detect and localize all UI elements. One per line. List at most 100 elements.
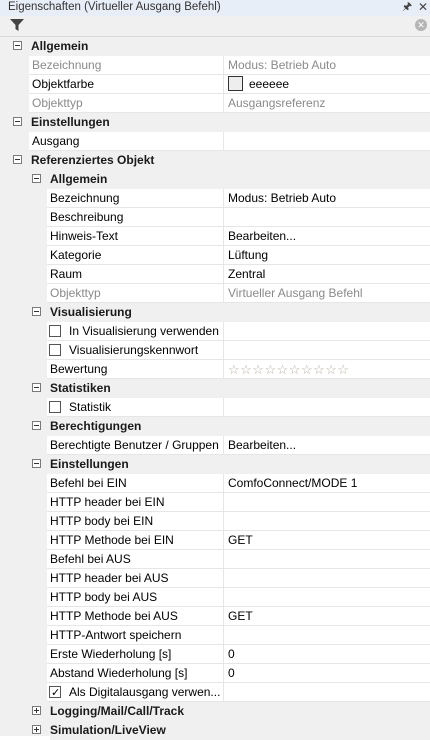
prop-row-raum[interactable]: Raum Zentral xyxy=(0,265,430,284)
prop-value[interactable]: 0 xyxy=(223,664,430,683)
prop-row-ausgang[interactable]: Ausgang xyxy=(0,132,430,151)
prop-value[interactable] xyxy=(223,569,430,588)
prop-row-http-header-aus[interactable]: HTTP header bei AUS xyxy=(0,569,430,588)
collapse-icon[interactable] xyxy=(13,41,22,50)
prop-label: Befehl bei AUS xyxy=(47,550,223,569)
category-label: Simulation/LiveView xyxy=(50,721,430,740)
expand-icon[interactable] xyxy=(32,706,41,715)
prop-label: HTTP Methode bei AUS xyxy=(47,607,223,626)
prop-row-ref-bezeichnung[interactable]: Bezeichnung Modus: Betrieb Auto xyxy=(0,189,430,208)
filter-icon[interactable] xyxy=(10,19,24,32)
collapse-icon[interactable] xyxy=(13,155,22,164)
prop-value[interactable]: Modus: Betrieb Auto xyxy=(223,189,430,208)
prop-label-cell: ✓ Als Digitalausgang verwen... xyxy=(47,683,223,702)
prop-value xyxy=(223,683,430,702)
collapse-icon[interactable] xyxy=(32,383,41,392)
prop-value: Modus: Betrieb Auto xyxy=(223,56,430,75)
prop-row-visualisierungskennwort[interactable]: Visualisierungskennwort xyxy=(0,341,430,360)
prop-row-erste-wiederholung[interactable]: Erste Wiederholung [s] 0 xyxy=(0,645,430,664)
prop-label: Hinweis-Text xyxy=(47,227,223,246)
color-swatch[interactable] xyxy=(228,76,243,92)
prop-row-objekttyp[interactable]: Objekttyp Ausgangsreferenz xyxy=(0,94,430,113)
prop-value[interactable]: GET xyxy=(223,531,430,550)
prop-label: Kategorie xyxy=(47,246,223,265)
prop-value[interactable]: Bearbeiten... xyxy=(223,227,430,246)
prop-row-http-antwort[interactable]: HTTP-Antwort speichern xyxy=(0,626,430,645)
prop-value[interactable]: GET xyxy=(223,607,430,626)
checkbox-label: Visualisierungskennwort xyxy=(69,343,199,357)
prop-row-befehl-ein[interactable]: Befehl bei EIN ComfoConnect/MODE 1 xyxy=(0,474,430,493)
subcategory-allgemein[interactable]: Allgemein xyxy=(0,170,430,189)
subcategory-logging[interactable]: Logging/Mail/Call/Track xyxy=(0,702,430,721)
prop-row-in-visualisierung[interactable]: In Visualisierung verwenden xyxy=(0,322,430,341)
prop-value[interactable] xyxy=(223,208,430,227)
prop-row-digitalausgang[interactable]: ✓ Als Digitalausgang verwen... xyxy=(0,683,430,702)
prop-row-kategorie[interactable]: Kategorie Lüftung xyxy=(0,246,430,265)
subcategory-statistiken[interactable]: Statistiken xyxy=(0,379,430,398)
prop-value[interactable]: 0 xyxy=(223,645,430,664)
checkbox-visualisierungskennwort[interactable] xyxy=(49,344,61,356)
pin-icon[interactable]: 🖈 xyxy=(402,0,412,14)
category-label: Allgemein xyxy=(31,37,430,56)
prop-value[interactable]: Lüftung xyxy=(223,246,430,265)
close-icon[interactable]: ✕ xyxy=(418,0,428,14)
prop-value[interactable] xyxy=(223,626,430,645)
checkbox-in-visualisierung[interactable] xyxy=(49,325,61,337)
prop-label: Raum xyxy=(47,265,223,284)
prop-row-http-header-ein[interactable]: HTTP header bei EIN xyxy=(0,493,430,512)
prop-row-http-methode-aus[interactable]: HTTP Methode bei AUS GET xyxy=(0,607,430,626)
prop-value[interactable] xyxy=(223,512,430,531)
subcategory-einstellungen[interactable]: Einstellungen xyxy=(0,455,430,474)
prop-value[interactable] xyxy=(223,493,430,512)
prop-value[interactable] xyxy=(223,132,430,151)
prop-value: Ausgangsreferenz xyxy=(223,94,430,113)
star-rating[interactable]: ☆☆☆☆☆☆☆☆☆☆ xyxy=(228,360,350,379)
category-label: Visualisierung xyxy=(50,303,430,322)
prop-label: Bezeichnung xyxy=(29,56,223,75)
prop-row-http-body-aus[interactable]: HTTP body bei AUS xyxy=(0,588,430,607)
prop-row-statistik[interactable]: Statistik xyxy=(0,398,430,417)
expand-icon[interactable] xyxy=(32,725,41,734)
prop-label: Erste Wiederholung [s] xyxy=(47,645,223,664)
collapse-icon[interactable] xyxy=(32,174,41,183)
collapse-icon[interactable] xyxy=(32,307,41,316)
prop-label: Bezeichnung xyxy=(47,189,223,208)
prop-value[interactable]: Zentral xyxy=(223,265,430,284)
prop-row-hinweis-text[interactable]: Hinweis-Text Bearbeiten... xyxy=(0,227,430,246)
prop-value[interactable] xyxy=(223,588,430,607)
category-label: Referenziertes Objekt xyxy=(31,151,430,170)
prop-label: HTTP header bei EIN xyxy=(47,493,223,512)
prop-row-abstand-wiederholung[interactable]: Abstand Wiederholung [s] 0 xyxy=(0,664,430,683)
collapse-icon[interactable] xyxy=(13,117,22,126)
category-label: Berechtigungen xyxy=(50,417,430,436)
prop-row-http-methode-ein[interactable]: HTTP Methode bei EIN GET xyxy=(0,531,430,550)
prop-label-cell: Visualisierungskennwort xyxy=(47,341,223,360)
category-allgemein[interactable]: Allgemein xyxy=(0,37,430,56)
collapse-icon[interactable] xyxy=(32,421,41,430)
prop-label: Abstand Wiederholung [s] xyxy=(47,664,223,683)
subcategory-simulation[interactable]: Simulation/LiveView xyxy=(0,721,430,740)
category-referenziertes-objekt[interactable]: Referenziertes Objekt xyxy=(0,151,430,170)
collapse-icon[interactable] xyxy=(32,459,41,468)
prop-row-bezeichnung[interactable]: Bezeichnung Modus: Betrieb Auto xyxy=(0,56,430,75)
checkbox-digitalausgang[interactable]: ✓ xyxy=(49,686,61,699)
prop-value[interactable]: eeeeee xyxy=(223,75,430,94)
prop-row-bewertung[interactable]: Bewertung ☆☆☆☆☆☆☆☆☆☆ xyxy=(0,360,430,379)
prop-value[interactable]: ComfoConnect/MODE 1 xyxy=(223,474,430,493)
prop-value[interactable]: Bearbeiten... xyxy=(223,436,430,455)
prop-row-ref-objekttyp[interactable]: Objekttyp Virtueller Ausgang Befehl xyxy=(0,284,430,303)
prop-row-befehl-aus[interactable]: Befehl bei AUS xyxy=(0,550,430,569)
prop-row-berechtigte-benutzer[interactable]: Berechtigte Benutzer / Gruppen Bearbeite… xyxy=(0,436,430,455)
prop-row-http-body-ein[interactable]: HTTP body bei EIN xyxy=(0,512,430,531)
property-grid: Allgemein Bezeichnung Modus: Betrieb Aut… xyxy=(0,37,430,740)
category-label: Einstellungen xyxy=(31,113,430,132)
prop-label: Objekttyp xyxy=(47,284,223,303)
subcategory-berechtigungen[interactable]: Berechtigungen xyxy=(0,417,430,436)
checkbox-statistik[interactable] xyxy=(49,401,61,413)
prop-value[interactable] xyxy=(223,550,430,569)
category-einstellungen[interactable]: Einstellungen xyxy=(0,113,430,132)
prop-row-beschreibung[interactable]: Beschreibung xyxy=(0,208,430,227)
clear-icon[interactable]: ✕ xyxy=(415,19,427,31)
prop-row-objektfarbe[interactable]: Objektfarbe eeeeee xyxy=(0,75,430,94)
subcategory-visualisierung[interactable]: Visualisierung xyxy=(0,303,430,322)
